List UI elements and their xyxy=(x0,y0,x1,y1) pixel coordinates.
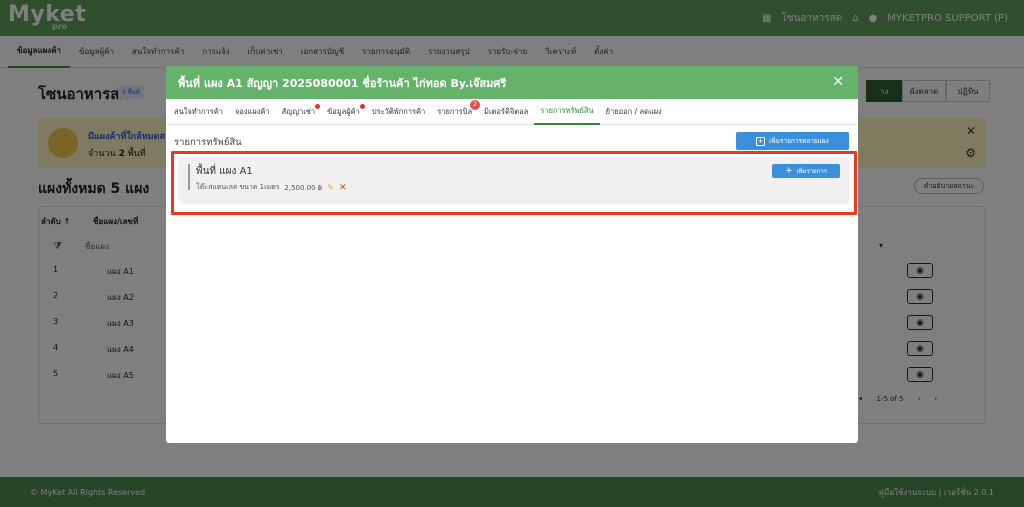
tab-booking[interactable]: จองแผงค้า xyxy=(229,99,276,125)
add-multiple-label: เพิ่มรายการหลายแผง xyxy=(769,137,829,145)
assets-heading: รายการทรัพย์สิน xyxy=(174,137,242,148)
tab-suspension-history[interactable]: ประวัติพักการค้า xyxy=(366,99,431,125)
tab-contract-label: สัญญาเช่า xyxy=(281,106,316,116)
stall-detail-modal: พื้นที่ แผง A1 สัญญา 2025080001 ชื่อร้าน… xyxy=(166,66,858,443)
tab-vendor-info[interactable]: ข้อมูลผู้ค้า xyxy=(321,99,366,125)
modal-header: พื้นที่ แผง A1 สัญญา 2025080001 ชื่อร้าน… xyxy=(166,66,858,99)
card-accent-bar xyxy=(188,164,190,190)
add-item-label: เพิ่มรายการ xyxy=(796,168,827,175)
asset-item-price: 2,500.00 ฿ xyxy=(284,183,323,192)
add-multiple-icon: + xyxy=(756,136,766,146)
modal-tabs: สนใจทำการค้า จองแผงค้า สัญญาเช่า ข้อมูลผ… xyxy=(166,99,858,125)
add-multiple-stalls-button[interactable]: + เพิ่มรายการหลายแผง xyxy=(736,132,849,150)
delete-icon[interactable]: ✕ xyxy=(339,183,347,193)
asset-item-name: โต๊ะสแตนเลส ขนาด 1เมตร xyxy=(196,183,280,191)
tab-interest[interactable]: สนใจทำการค้า xyxy=(168,99,229,125)
tab-move-out[interactable]: ย้ายออก / ลดแผง xyxy=(600,99,668,125)
plus-icon: + xyxy=(785,165,793,176)
asset-card-title: พื้นที่ แผง A1 xyxy=(196,166,253,177)
tab-digital-meter[interactable]: มิเตอร์ดิจิตอล xyxy=(478,99,534,125)
tab-contract[interactable]: สัญญาเช่า xyxy=(276,99,321,125)
close-icon[interactable]: ✕ xyxy=(832,74,844,90)
tab-bills-label: รายการบิล xyxy=(437,106,473,116)
asset-card: พื้นที่ แผง A1 โต๊ะสแตนเลส ขนาด 1เมตร 2,… xyxy=(178,158,850,204)
notification-dot xyxy=(315,103,321,109)
edit-pencil-icon[interactable]: ✎ xyxy=(327,183,334,192)
tab-assets[interactable]: รายการทรัพย์สิน xyxy=(534,99,600,125)
notification-dot xyxy=(359,103,365,109)
modal-title: พื้นที่ แผง A1 สัญญา 2025080001 ชื่อร้าน… xyxy=(178,76,507,90)
asset-item: โต๊ะสแตนเลส ขนาด 1เมตร 2,500.00 ฿ ✎ ✕ xyxy=(196,182,347,193)
tab-bills[interactable]: รายการบิล 2 xyxy=(431,99,481,125)
add-item-button[interactable]: + เพิ่มรายการ xyxy=(772,164,840,178)
tab-vendor-label: ข้อมูลผู้ค้า xyxy=(327,106,360,116)
